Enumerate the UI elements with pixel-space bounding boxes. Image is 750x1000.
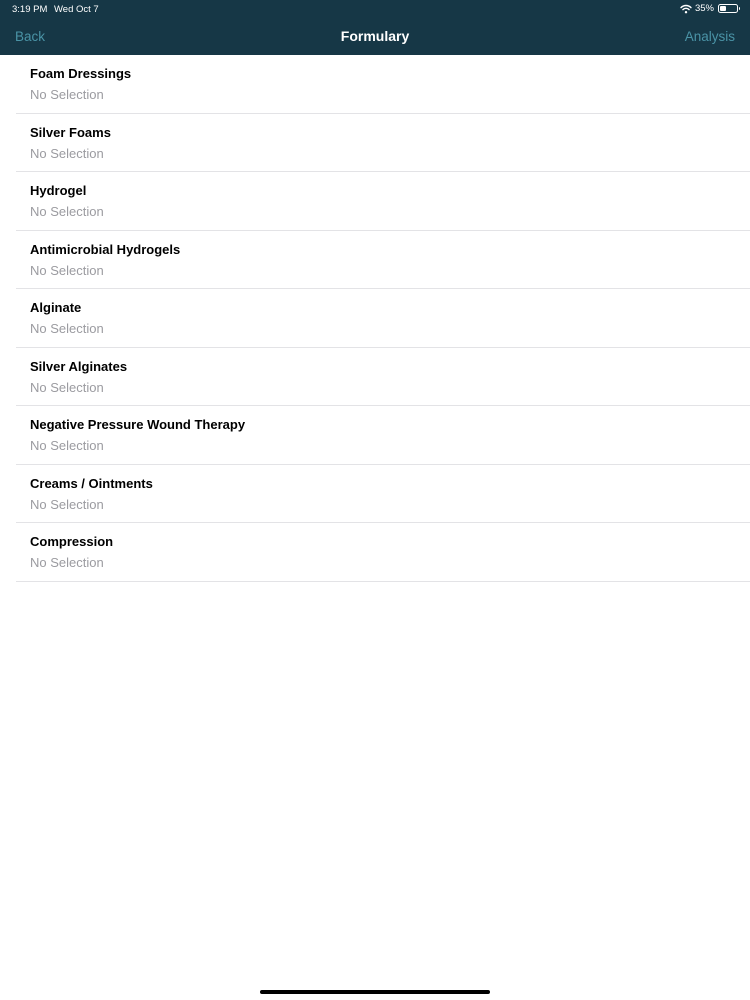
- home-indicator[interactable]: [260, 990, 490, 994]
- category-selection: No Selection: [30, 145, 104, 161]
- category-selection: No Selection: [30, 555, 104, 570]
- category-selection: No Selection: [30, 496, 104, 512]
- category-name: Negative Pressure Wound Therapy: [30, 417, 246, 432]
- list-item[interactable]: Compression No Selection: [0, 523, 750, 582]
- category-name: Antimicrobial Hydrogels: [30, 241, 181, 257]
- category-name: Foam Dressings: [30, 66, 132, 81]
- status-bar: 3:19 PM Wed Oct 7 35%: [0, 0, 750, 18]
- list-item[interactable]: Silver Alginates No Selection: [0, 348, 750, 407]
- list-item[interactable]: Negative Pressure Wound Therapy No Select…: [0, 406, 750, 465]
- status-time: 3:19 PM: [12, 4, 48, 15]
- page-title: Formulary: [340, 28, 410, 44]
- category-selection: No Selection: [30, 262, 104, 278]
- category-name: Creams / Ointments: [30, 475, 153, 491]
- category-name: Silver Alginates: [30, 358, 128, 374]
- category-selection: No Selection: [30, 379, 104, 395]
- category-name: Alginate: [30, 300, 82, 315]
- category-selection: No Selection: [30, 87, 104, 102]
- battery-nub: [738, 7, 740, 10]
- analysis-button[interactable]: Analysis: [685, 29, 735, 44]
- category-selection: No Selection: [30, 321, 104, 336]
- top-bar: 3:19 PM Wed Oct 7 35% Back Formulary Ana…: [0, 0, 750, 55]
- status-indicators: 35%: [680, 3, 740, 14]
- list-item[interactable]: Alginate No Selection: [0, 289, 750, 348]
- list-item[interactable]: Foam Dressings No Selection: [0, 55, 750, 114]
- category-name: Compression: [30, 534, 114, 549]
- navigation-bar: Back Formulary Analysis: [0, 18, 750, 55]
- battery-icon: [718, 4, 740, 13]
- category-name: Silver Foams: [30, 124, 111, 140]
- status-date: Wed Oct 7: [54, 4, 99, 15]
- wifi-icon: [680, 4, 692, 13]
- list-item[interactable]: Creams / Ointments No Selection: [0, 465, 750, 524]
- category-selection: No Selection: [30, 204, 104, 219]
- formulary-list: Foam Dressings No Selection Silver Foams No…: [0, 55, 750, 582]
- category-selection: No Selection: [30, 438, 104, 453]
- list-item[interactable]: Antimicrobial Hydrogels No Selection: [0, 231, 750, 290]
- back-button[interactable]: Back: [15, 29, 45, 44]
- list-item[interactable]: Silver Foams No Selection: [0, 114, 750, 173]
- list-item[interactable]: Hydrogel No Selection: [0, 172, 750, 231]
- battery-percent: 35%: [694, 3, 714, 14]
- battery-fill: [720, 6, 726, 11]
- category-name: Hydrogel: [30, 183, 87, 198]
